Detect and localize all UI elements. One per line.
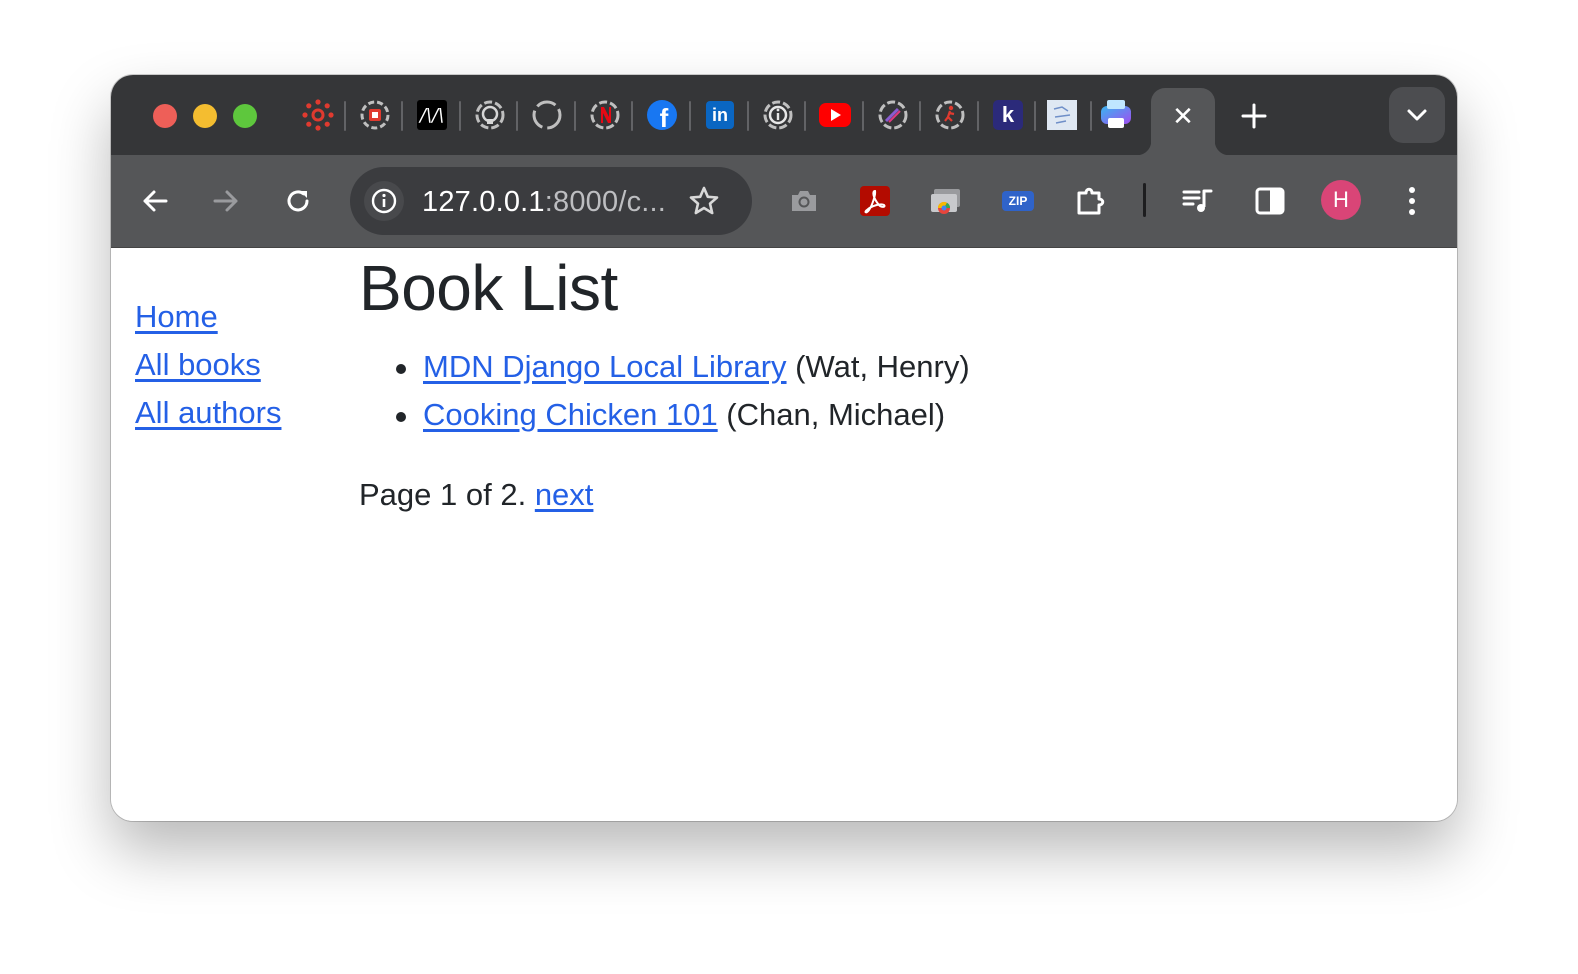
fullscreen-window-button[interactable] <box>233 104 257 128</box>
tab-canvas[interactable] <box>301 98 335 132</box>
camera-icon <box>792 191 816 211</box>
book-author: (Chan, Michael) <box>717 397 946 432</box>
netflix-icon <box>590 100 620 130</box>
forward-button[interactable] <box>208 183 244 219</box>
extension-screencast[interactable] <box>928 183 964 219</box>
k-logo-icon: k <box>993 100 1023 130</box>
tab-youtube[interactable] <box>818 98 852 132</box>
zip-label: ZIP <box>1008 194 1028 208</box>
tab-2[interactable] <box>358 98 392 132</box>
extensions-button[interactable] <box>1074 183 1110 219</box>
bookmark-button[interactable] <box>684 181 724 221</box>
more-vertical-icon <box>1409 187 1415 215</box>
youtube-icon <box>819 103 851 127</box>
tab-9[interactable] <box>761 98 795 132</box>
facebook-icon: f <box>647 100 677 130</box>
tab-search-button[interactable] <box>1389 87 1445 143</box>
k-logo-label: k <box>1001 102 1015 127</box>
close-icon: ✕ <box>1172 101 1194 131</box>
linkedin-label: in <box>712 104 728 125</box>
printer-app-icon <box>1101 100 1131 128</box>
close-window-button[interactable] <box>153 104 177 128</box>
tab-11[interactable] <box>876 98 910 132</box>
puzzle-extension-icon <box>1077 187 1105 215</box>
close-tab-button[interactable]: ✕ <box>1169 102 1197 130</box>
book-list: MDN Django Local Library (Wat, Henry) Co… <box>359 343 970 439</box>
toolbar-divider <box>1143 183 1146 217</box>
info-icon <box>371 188 397 214</box>
url-rest: :8000/c... <box>544 186 667 218</box>
media-controls-button[interactable] <box>1180 183 1216 219</box>
m-logo-label: /\/\ <box>419 104 445 126</box>
chevron-down-icon <box>1407 109 1427 121</box>
page-content: Home All books All authors Book List MDN… <box>111 248 1457 821</box>
nav-link-all-books[interactable]: All books <box>135 341 281 389</box>
loading-circle-icon <box>532 100 562 130</box>
tab-k[interactable]: k <box>991 98 1025 132</box>
extension-zip[interactable]: ZIP <box>1000 183 1036 219</box>
address-bar[interactable]: 127.0.0.1:8000/c... <box>350 167 752 235</box>
browser-toolbar: 127.0.0.1:8000/c... ZIP H <box>111 155 1457 248</box>
reload-icon <box>287 190 309 212</box>
sidebar-nav: Home All books All authors <box>135 293 281 437</box>
book-author: (Wat, Henry) <box>786 349 970 384</box>
tab-linkedin[interactable]: in <box>703 98 737 132</box>
side-panel-button[interactable] <box>1252 183 1288 219</box>
url-text[interactable]: 127.0.0.1:8000/c... <box>422 186 666 219</box>
new-tab-button[interactable] <box>1237 99 1271 133</box>
gear-badge-icon <box>360 100 390 130</box>
book-list-item: Cooking Chicken 101 (Chan, Michael) <box>359 391 970 439</box>
minimize-window-button[interactable] <box>193 104 217 128</box>
extension-camera[interactable] <box>786 183 822 219</box>
tab-15[interactable] <box>1099 98 1133 132</box>
playlist-music-icon <box>1182 189 1213 212</box>
runner-circle-icon <box>935 100 965 130</box>
reload-button[interactable] <box>280 183 316 219</box>
book-list-item: MDN Django Local Library (Wat, Henry) <box>359 343 970 391</box>
tab-3[interactable]: /\/\ <box>415 98 449 132</box>
canvas-icon <box>302 99 334 131</box>
browser-menu-button[interactable] <box>1394 183 1430 219</box>
github-icon <box>475 100 505 130</box>
image-thumb-icon <box>1047 100 1077 130</box>
linkedin-icon: in <box>706 101 734 129</box>
site-info-button[interactable] <box>364 181 404 221</box>
tab-facebook[interactable]: f <box>645 98 679 132</box>
facebook-letter: f <box>659 103 669 130</box>
screencast-icon <box>931 189 960 214</box>
info-circle-icon <box>763 100 793 130</box>
plus-icon <box>1241 103 1267 129</box>
tab-strip: /\/\ f in k ✕ <box>111 75 1457 155</box>
book-link[interactable]: MDN Django Local Library <box>423 349 787 384</box>
tab-github[interactable] <box>473 98 507 132</box>
browser-window: /\/\ f in k ✕ 127.0.0.1:8000/c... ZIP H … <box>111 75 1457 821</box>
nav-link-home[interactable]: Home <box>135 293 281 341</box>
m-logo-icon: /\/\ <box>417 100 447 130</box>
side-panel-icon <box>1255 187 1285 215</box>
pen-circle-icon <box>878 100 908 130</box>
profile-initial: H <box>1333 187 1349 212</box>
tab-5[interactable] <box>530 98 564 132</box>
main-content: Book List MDN Django Local Library (Wat,… <box>359 248 970 512</box>
page-indicator: Page 1 of 2. <box>359 477 535 512</box>
tab-netflix[interactable] <box>588 98 622 132</box>
acrobat-icon <box>860 186 890 216</box>
star-icon <box>689 186 719 215</box>
profile-avatar[interactable]: H <box>1321 180 1361 220</box>
back-button[interactable] <box>137 183 173 219</box>
next-page-link[interactable]: next <box>535 477 594 512</box>
arrow-left-icon <box>143 190 168 212</box>
arrow-right-icon <box>213 190 238 212</box>
pagination: Page 1 of 2. next <box>359 471 593 519</box>
tab-12[interactable] <box>933 98 967 132</box>
book-link[interactable]: Cooking Chicken 101 <box>423 397 718 432</box>
tab-14[interactable] <box>1045 98 1079 132</box>
zip-icon: ZIP <box>1002 191 1034 211</box>
page-title: Book List <box>359 252 618 324</box>
extension-acrobat[interactable] <box>857 183 893 219</box>
url-host: 127.0.0.1 <box>422 186 545 218</box>
nav-link-all-authors[interactable]: All authors <box>135 389 281 437</box>
